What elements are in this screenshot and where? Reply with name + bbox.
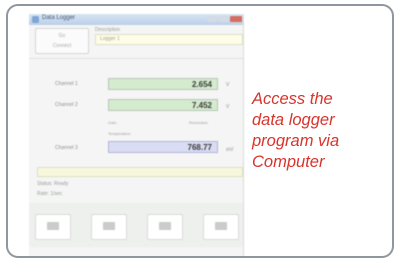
- caption-line: Access the: [252, 90, 333, 108]
- rate-text: Rate: 1/sec: [37, 191, 63, 197]
- connect-button-line2: Connect: [52, 43, 72, 49]
- toolbar-button[interactable]: [147, 214, 183, 240]
- save-icon: [47, 222, 59, 230]
- value-number: 2.654: [191, 80, 212, 89]
- maximize-button[interactable]: [219, 16, 229, 22]
- caption-line: data logger: [252, 111, 335, 129]
- connect-button[interactable]: Go Connect: [35, 28, 89, 54]
- caption-line: program via: [252, 132, 340, 150]
- chart-icon: [159, 222, 171, 230]
- temperature-label: Temperature: [108, 131, 131, 136]
- unit-label: mV: [226, 147, 234, 153]
- value-number: 768.77: [187, 143, 212, 152]
- value-field: 7.452: [108, 99, 218, 111]
- connect-button-line1: Go: [58, 33, 66, 39]
- settings-icon: [215, 222, 227, 230]
- status-text: Status: Ready: [37, 181, 69, 187]
- caption-text: Access the data logger program via Compu…: [252, 89, 392, 173]
- resolution-label: Resolution: [189, 120, 208, 125]
- status-bar: [37, 167, 243, 177]
- window-title: Data Logger: [42, 15, 76, 21]
- value-field: 2.654: [108, 78, 218, 90]
- header-label: Description: [95, 27, 121, 33]
- app-icon: [32, 16, 39, 23]
- row-label: Channel 2: [55, 102, 78, 108]
- value-field: 768.77: [108, 141, 218, 153]
- toolbar-button[interactable]: [91, 214, 127, 240]
- header-field-value: Logger 1: [100, 36, 120, 42]
- close-button[interactable]: [230, 16, 242, 22]
- header-field[interactable]: Logger 1: [95, 34, 243, 45]
- unit-label: V: [226, 82, 230, 88]
- data-logger-window: Data Logger Go Connect Description Logge…: [29, 14, 244, 256]
- row-label: Channel 1: [55, 81, 78, 87]
- minimize-button[interactable]: [207, 16, 217, 22]
- caption-line: Computer: [252, 153, 325, 171]
- toolbar-button[interactable]: [35, 214, 71, 240]
- value-number: 7.452: [191, 101, 212, 110]
- illustration-card: Data Logger Go Connect Description Logge…: [6, 4, 394, 258]
- row-label: Channel 3: [55, 145, 78, 151]
- gain-label: Gain: [108, 120, 117, 125]
- unit-label: V: [226, 104, 230, 110]
- window-titlebar: Data Logger: [29, 14, 243, 25]
- toolbar-button[interactable]: [203, 214, 239, 240]
- folder-icon: [103, 222, 115, 230]
- divider: [29, 58, 243, 59]
